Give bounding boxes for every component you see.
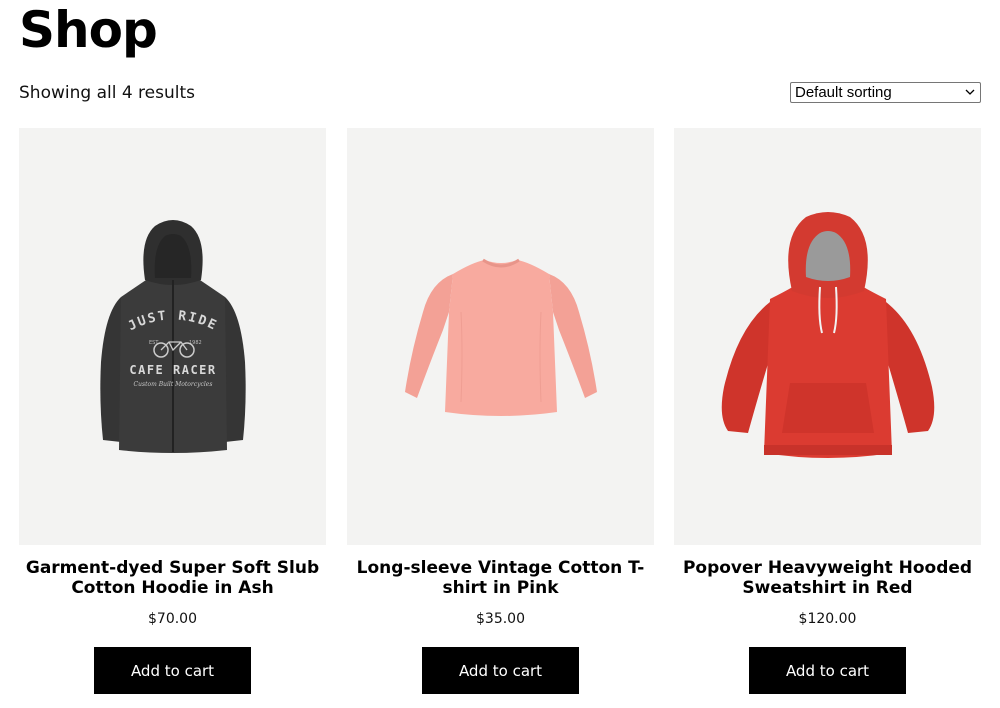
page-title: Shop [19, 1, 158, 59]
product-card: Popover Heavyweight Hooded Sweatshirt in… [674, 128, 981, 694]
product-card: Long-sleeve Vintage Cotton T-shirt in Pi… [347, 128, 654, 694]
product-image[interactable] [674, 128, 981, 545]
product-card: JUST RIDE EST 1982 CAFE RACER Custom Bui… [19, 128, 326, 694]
product-title[interactable]: Popover Heavyweight Hooded Sweatshirt in… [674, 558, 981, 598]
product-price: $120.00 [798, 611, 857, 627]
add-to-cart-button[interactable]: Add to cart [94, 647, 251, 694]
chevron-down-icon [965, 89, 975, 95]
sorting-select[interactable]: Default sorting [790, 82, 981, 103]
sorting-selected-value: Default sorting [795, 84, 892, 101]
product-image[interactable]: JUST RIDE EST 1982 CAFE RACER Custom Bui… [19, 128, 326, 545]
product-price: $35.00 [476, 611, 525, 627]
print-bottom-text: Custom Built Motorcycles [133, 381, 212, 388]
add-to-cart-button[interactable]: Add to cart [422, 647, 579, 694]
pullover-hoodie-icon [721, 211, 934, 458]
zip-hoodie-icon: JUST RIDE EST 1982 CAFE RACER Custom Bui… [99, 219, 246, 453]
product-title[interactable]: Long-sleeve Vintage Cotton T-shirt in Pi… [347, 558, 654, 598]
result-count: Showing all 4 results [19, 83, 196, 103]
print-middle-text: CAFE RACER [129, 363, 216, 377]
product-title[interactable]: Garment-dyed Super Soft Slub Cotton Hood… [19, 558, 326, 598]
product-price: $70.00 [148, 611, 197, 627]
long-sleeve-shirt-icon [404, 258, 597, 416]
add-to-cart-button[interactable]: Add to cart [749, 647, 906, 694]
product-image[interactable] [347, 128, 654, 545]
